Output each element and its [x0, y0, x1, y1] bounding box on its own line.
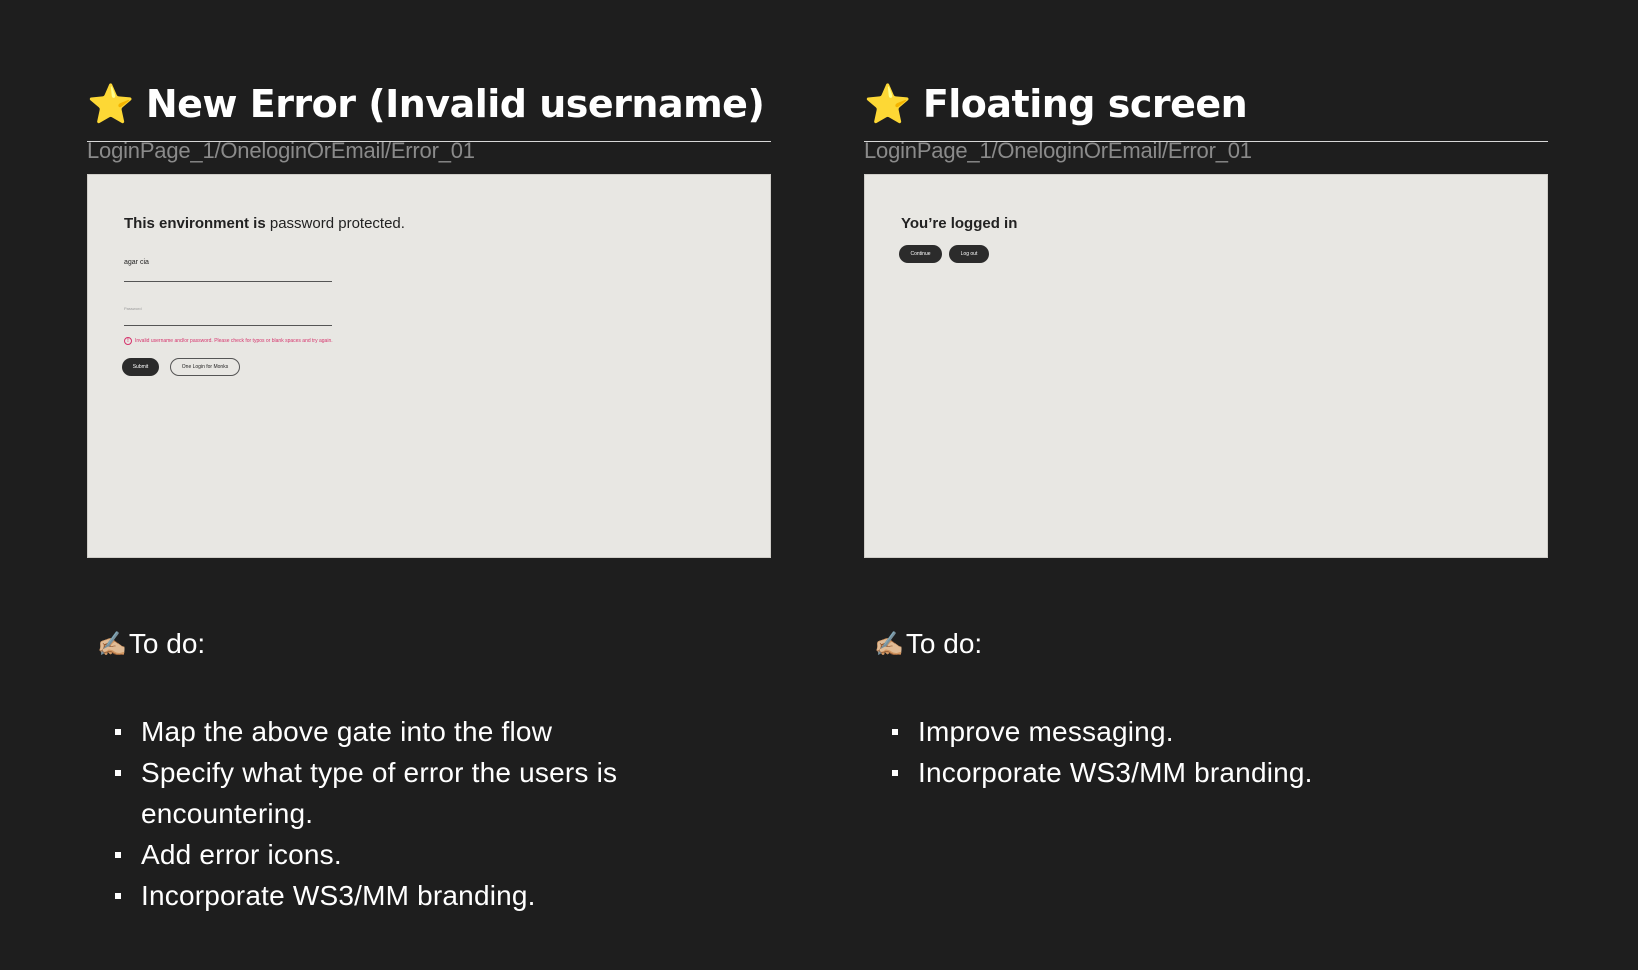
bullet-icon — [115, 852, 121, 858]
error-message-text: Invalid username and/or password. Please… — [135, 338, 333, 344]
list-item-text: Incorporate WS3/MM branding. — [918, 757, 1313, 788]
environment-message-rest: password protected. — [265, 215, 405, 232]
bullet-icon — [892, 729, 898, 735]
writing-hand-icon: ✍🏼 — [97, 630, 127, 658]
list-item-text: Add error icons. — [141, 839, 342, 870]
list-item: Add error icons. — [115, 834, 695, 875]
bullet-icon — [892, 770, 898, 776]
continue-button[interactable]: Continue — [899, 245, 942, 263]
list-item-text: Specify what type of error the users is … — [141, 757, 618, 829]
error-icon: ! — [124, 337, 132, 345]
writing-hand-icon: ✍🏼 — [874, 630, 904, 658]
bullet-icon — [115, 893, 121, 899]
star-icon: ⭐ — [87, 81, 134, 126]
logout-button[interactable]: Log out — [949, 245, 989, 263]
password-field[interactable]: Password — [124, 306, 332, 326]
right-todo-heading: ✍🏼 To do: — [874, 628, 982, 660]
username-value: agar cia — [124, 259, 149, 266]
right-frame-path: LoginPage_1/OneloginOrEmail/Error_01 — [864, 138, 1252, 163]
list-item: Incorporate WS3/MM branding. — [115, 875, 695, 916]
list-item-text: Incorporate WS3/MM branding. — [141, 880, 536, 911]
list-item-text: Improve messaging. — [918, 716, 1174, 747]
star-icon: ⭐ — [864, 81, 911, 126]
right-todo-heading-text: To do: — [905, 628, 983, 659]
left-title-text: New Error (Invalid username) — [145, 82, 765, 126]
left-todo-heading-text: To do: — [128, 628, 206, 659]
list-item: Specify what type of error the users is … — [115, 752, 695, 834]
bullet-icon — [115, 770, 121, 776]
right-todo-list: Improve messaging. Incorporate WS3/MM br… — [892, 711, 1472, 793]
list-item: Improve messaging. — [892, 711, 1472, 752]
password-placeholder: Password — [124, 306, 142, 311]
username-field[interactable]: agar cia — [124, 259, 332, 282]
logged-in-message: You’re logged in — [901, 215, 1018, 232]
submit-button[interactable]: Submit — [122, 358, 159, 376]
left-todo-list: Map the above gate into the flow Specify… — [115, 711, 695, 916]
right-title-text: Floating screen — [922, 82, 1248, 126]
list-item-text: Map the above gate into the flow — [141, 716, 553, 747]
environment-message: This environment is password protected. — [124, 215, 405, 232]
onelogin-button[interactable]: One Login for Monks — [170, 358, 240, 376]
left-frame-path: LoginPage_1/OneloginOrEmail/Error_01 — [87, 138, 475, 163]
left-title: ⭐ New Error (Invalid username) — [87, 78, 765, 130]
error-message: ! Invalid username and/or password. Plea… — [124, 337, 333, 345]
environment-message-bold: This environment is — [124, 215, 266, 232]
left-todo-heading: ✍🏼 To do: — [97, 628, 205, 660]
bullet-icon — [115, 729, 121, 735]
list-item: Incorporate WS3/MM branding. — [892, 752, 1472, 793]
left-login-frame: This environment is password protected. … — [87, 174, 771, 558]
list-item: Map the above gate into the flow — [115, 711, 695, 752]
right-title: ⭐ Floating screen — [864, 78, 1248, 130]
right-floating-frame: You’re logged in Continue Log out — [864, 174, 1548, 558]
